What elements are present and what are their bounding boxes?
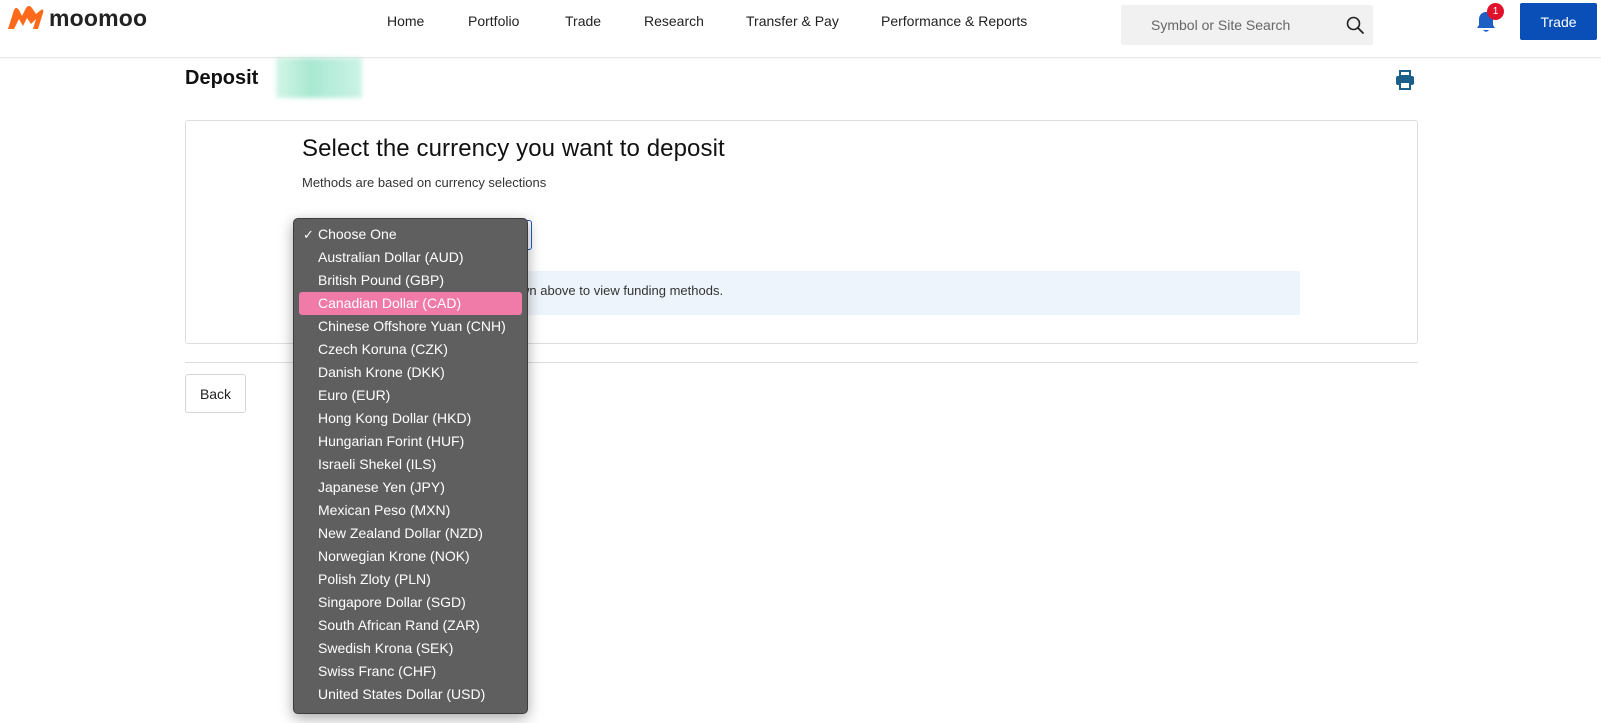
dropdown-option-label: Japanese Yen (JPY) — [318, 479, 445, 495]
print-icon[interactable] — [1394, 69, 1416, 91]
dropdown-option-label: Chinese Offshore Yuan (CNH) — [318, 318, 506, 334]
dropdown-option[interactable]: Chinese Offshore Yuan (CNH) — [299, 315, 522, 338]
currency-dropdown-menu: ✓ Choose One Australian Dollar (AUD) Britis… — [293, 218, 528, 714]
dropdown-option-label: Euro (EUR) — [318, 387, 391, 403]
dropdown-option-label: South African Rand (ZAR) — [318, 617, 480, 633]
dropdown-option[interactable]: Czech Koruna (CZK) — [299, 338, 522, 361]
dropdown-option[interactable]: Singapore Dollar (SGD) — [299, 591, 522, 614]
nav-home[interactable]: Home — [387, 10, 424, 32]
dropdown-option[interactable]: Euro (EUR) — [299, 384, 522, 407]
dropdown-option[interactable]: Canadian Dollar (CAD) — [299, 292, 522, 315]
card-subtitle: Methods are based on currency selections — [302, 175, 547, 190]
dropdown-option-label: Canadian Dollar (CAD) — [318, 295, 462, 311]
card-title: Select the currency you want to deposit — [302, 135, 725, 162]
dropdown-option-label: New Zealand Dollar (NZD) — [318, 525, 483, 541]
dropdown-option[interactable]: New Zealand Dollar (NZD) — [299, 522, 522, 545]
dropdown-option[interactable]: Danish Krone (DKK) — [299, 361, 522, 384]
dropdown-option[interactable]: United States Dollar (USD) — [299, 683, 522, 706]
moomoo-logo-icon — [8, 6, 44, 29]
dropdown-option[interactable]: British Pound (GBP) — [299, 269, 522, 292]
logo-text: moomoo — [49, 4, 148, 31]
page-title: Deposit — [185, 67, 259, 89]
site-search — [1121, 5, 1373, 45]
info-banner-text: wn above to view funding methods. — [520, 283, 724, 298]
dropdown-option[interactable]: Hungarian Forint (HUF) — [299, 430, 522, 453]
dropdown-option-label: Singapore Dollar (SGD) — [318, 594, 466, 610]
redacted-account-label — [276, 58, 362, 98]
search-input[interactable] — [1121, 5, 1331, 45]
checkmark-icon: ✓ — [303, 227, 314, 242]
dropdown-option-label: Polish Zloty (PLN) — [318, 571, 431, 587]
moomoo-logo[interactable]: moomoo — [5, 4, 147, 32]
dropdown-option[interactable]: Australian Dollar (AUD) — [299, 246, 522, 269]
notification-badge: 1 — [1487, 3, 1504, 20]
dropdown-option-label: United States Dollar (USD) — [318, 686, 486, 702]
top-navigation-bar: moomoo Home Portfolio Trade Research Tra… — [0, 0, 1601, 58]
back-button[interactable]: Back — [185, 374, 246, 413]
dropdown-option[interactable]: Israeli Shekel (ILS) — [299, 453, 522, 476]
nav-transfer-pay[interactable]: Transfer & Pay — [746, 10, 839, 32]
dropdown-option-label: Israeli Shekel (ILS) — [318, 456, 437, 472]
dropdown-option-label: Choose One — [318, 226, 397, 242]
dropdown-option-label: Hong Kong Dollar (HKD) — [318, 410, 472, 426]
dropdown-option-label: Swiss Franc (CHF) — [318, 663, 437, 679]
dropdown-option[interactable]: Mexican Peso (MXN) — [299, 499, 522, 522]
nav-performance-reports[interactable]: Performance & Reports — [881, 10, 1027, 32]
nav-portfolio[interactable]: Portfolio — [468, 10, 519, 32]
dropdown-option-label: Norwegian Krone (NOK) — [318, 548, 470, 564]
search-icon[interactable] — [1345, 15, 1365, 35]
dropdown-option-label: Hungarian Forint (HUF) — [318, 433, 465, 449]
dropdown-option-label: Czech Koruna (CZK) — [318, 341, 448, 357]
dropdown-option[interactable]: South African Rand (ZAR) — [299, 614, 522, 637]
dropdown-option[interactable]: Hong Kong Dollar (HKD) — [299, 407, 522, 430]
dropdown-option[interactable]: Swiss Franc (CHF) — [299, 660, 522, 683]
dropdown-option-label: British Pound (GBP) — [318, 272, 445, 288]
dropdown-option-label: Australian Dollar (AUD) — [318, 249, 464, 265]
dropdown-option-label: Swedish Krona (SEK) — [318, 640, 454, 656]
nav-trade[interactable]: Trade — [565, 10, 601, 32]
dropdown-option[interactable]: Norwegian Krone (NOK) — [299, 545, 522, 568]
dropdown-option-label: Mexican Peso (MXN) — [318, 502, 451, 518]
dropdown-option-label: Danish Krone (DKK) — [318, 364, 445, 380]
dropdown-option[interactable]: Polish Zloty (PLN) — [299, 568, 522, 591]
dropdown-option[interactable]: Japanese Yen (JPY) — [299, 476, 522, 499]
dropdown-option[interactable]: ✓ Choose One — [299, 223, 522, 246]
dropdown-option[interactable]: Swedish Krona (SEK) — [299, 637, 522, 660]
trade-button[interactable]: Trade — [1520, 3, 1597, 40]
nav-research[interactable]: Research — [644, 10, 704, 32]
